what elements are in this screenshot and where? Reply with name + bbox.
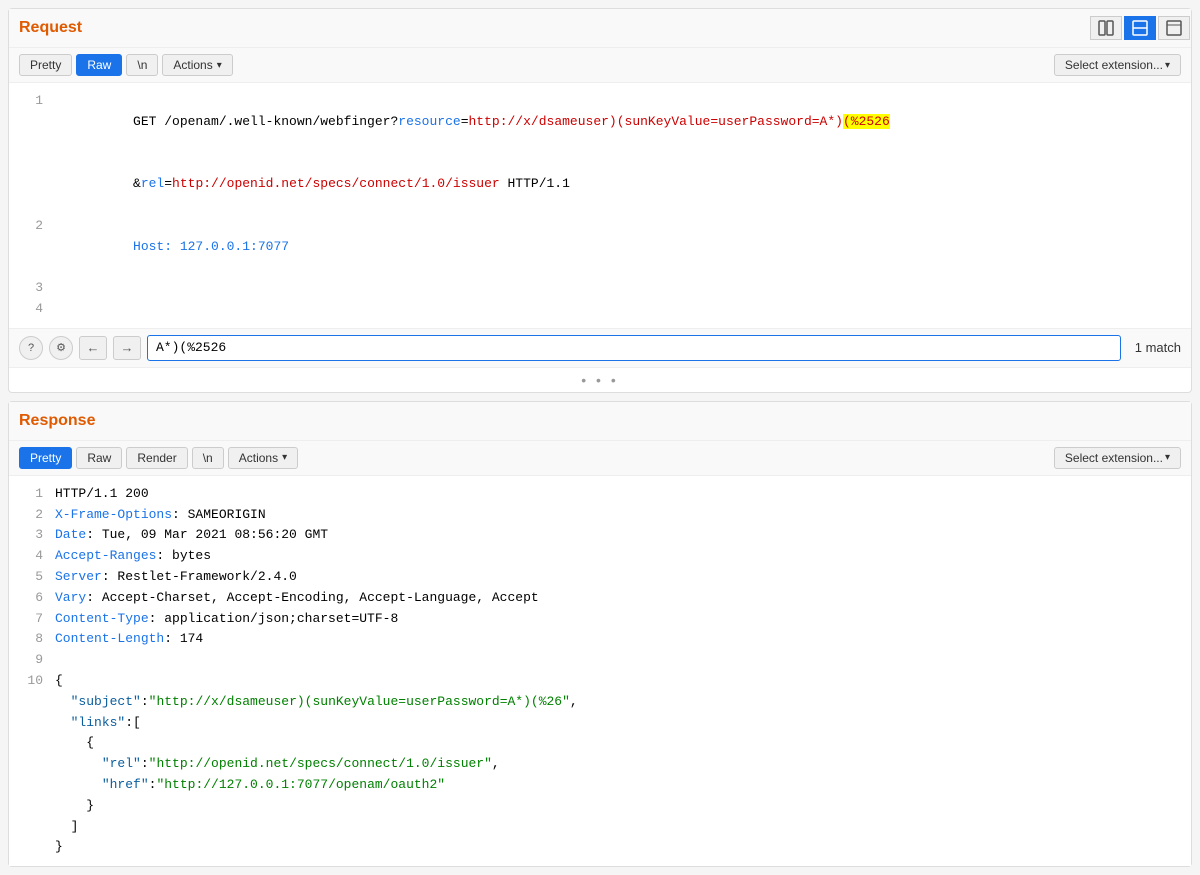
line-number: [19, 754, 43, 775]
response-line-2: 2 X-Frame-Options: SAMEORIGIN: [9, 505, 1191, 526]
response-line-9: 9: [9, 650, 1191, 671]
search-settings-button[interactable]: ⚙: [49, 336, 73, 360]
line-number: 8: [19, 629, 43, 650]
request-header: Request: [9, 9, 1191, 48]
response-line-subject: "subject":"http://x/dsameuser)(sunKeyVal…: [9, 692, 1191, 713]
response-toolbar: Pretty Raw Render \n Actions ▾ Select ex…: [9, 441, 1191, 476]
line-number: 2: [19, 505, 43, 526]
line-number: 5: [19, 567, 43, 588]
response-line-3: 3 Date: Tue, 09 Mar 2021 08:56:20 GMT: [9, 525, 1191, 546]
line-number: 9: [19, 650, 43, 671]
response-tab-raw[interactable]: Raw: [76, 447, 122, 469]
response-tab-render[interactable]: Render: [126, 447, 187, 469]
response-line-close-brace-inner: }: [9, 796, 1191, 817]
request-panel: Request Pretty Raw \n Actions ▾ Select e…: [8, 8, 1192, 393]
response-code-area: 1 HTTP/1.1 200 2 X-Frame-Options: SAMEOR…: [9, 476, 1191, 866]
response-line-href: "href":"http://127.0.0.1:7077/openam/oau…: [9, 775, 1191, 796]
request-toolbar: Pretty Raw \n Actions ▾ Select extension…: [9, 48, 1191, 83]
line-number: [19, 692, 43, 713]
response-line-10: 10 {: [9, 671, 1191, 692]
response-line-4: 4 Accept-Ranges: bytes: [9, 546, 1191, 567]
divider: • • •: [9, 368, 1191, 392]
line-number: [19, 796, 43, 817]
line-number: 2: [19, 216, 43, 278]
line-number: 4: [19, 299, 43, 320]
response-line-1: 1 HTTP/1.1 200: [9, 484, 1191, 505]
request-line-2: 2 Host: 127.0.0.1:7077: [9, 216, 1191, 278]
actions-chevron-icon: ▾: [217, 60, 222, 71]
response-line-6: 6 Vary: Accept-Charset, Accept-Encoding,…: [9, 588, 1191, 609]
request-line-1: 1 GET /openam/.well-known/webfinger?reso…: [9, 91, 1191, 153]
line-number: 4: [19, 546, 43, 567]
request-tab-pretty[interactable]: Pretty: [19, 54, 72, 76]
response-line-7: 7 Content-Type: application/json;charset…: [9, 609, 1191, 630]
request-line-4: 4: [9, 299, 1191, 320]
search-bar: ? ⚙ ← → 1 match: [9, 328, 1191, 368]
response-panel: Response Pretty Raw Render \n Actions ▾ …: [8, 401, 1192, 867]
response-header: Response: [9, 402, 1191, 441]
response-title: Response: [19, 408, 95, 434]
line-number: 7: [19, 609, 43, 630]
response-tab-n[interactable]: \n: [192, 447, 224, 469]
response-line-8: 8 Content-Length: 174: [9, 629, 1191, 650]
request-line-1-cont: &rel=http://openid.net/specs/connect/1.0…: [9, 153, 1191, 215]
match-count: 1 match: [1135, 340, 1181, 355]
response-actions-chevron-icon: ▾: [282, 452, 287, 463]
line-number: 10: [19, 671, 43, 692]
view-single-button[interactable]: [1124, 16, 1156, 40]
request-title: Request: [19, 15, 82, 41]
response-line-open-brace: {: [9, 733, 1191, 754]
request-tab-raw[interactable]: Raw: [76, 54, 122, 76]
search-input[interactable]: [147, 335, 1121, 361]
response-select-extension[interactable]: Select extension... ▾: [1054, 447, 1181, 469]
line-number: 6: [19, 588, 43, 609]
response-tab-pretty[interactable]: Pretty: [19, 447, 72, 469]
request-line-3: 3: [9, 278, 1191, 299]
line-number: [19, 153, 43, 215]
line-number: [19, 713, 43, 734]
line-number: [19, 837, 43, 858]
view-preview-button[interactable]: [1158, 16, 1190, 40]
line-number: [19, 817, 43, 838]
search-next-button[interactable]: →: [113, 336, 141, 360]
response-line-links: "links":[: [9, 713, 1191, 734]
response-line-close-brace: }: [9, 837, 1191, 858]
request-select-extension[interactable]: Select extension... ▾: [1054, 54, 1181, 76]
response-line-5: 5 Server: Restlet-Framework/2.4.0: [9, 567, 1191, 588]
response-line-close-bracket: ]: [9, 817, 1191, 838]
response-select-ext-chevron-icon: ▾: [1165, 452, 1170, 463]
line-number: 3: [19, 525, 43, 546]
search-prev-button[interactable]: ←: [79, 336, 107, 360]
line-number: 1: [19, 484, 43, 505]
request-tab-actions[interactable]: Actions ▾: [162, 54, 232, 76]
search-help-button[interactable]: ?: [19, 336, 43, 360]
response-tab-actions[interactable]: Actions ▾: [228, 447, 298, 469]
line-number: [19, 733, 43, 754]
response-line-rel: "rel":"http://openid.net/specs/connect/1…: [9, 754, 1191, 775]
line-number: [19, 775, 43, 796]
request-code-area: 1 GET /openam/.well-known/webfinger?reso…: [9, 83, 1191, 328]
view-split-button[interactable]: [1090, 16, 1122, 40]
request-tab-n[interactable]: \n: [126, 54, 158, 76]
select-ext-chevron-icon: ▾: [1165, 60, 1170, 71]
line-number: 3: [19, 278, 43, 299]
line-number: 1: [19, 91, 43, 153]
